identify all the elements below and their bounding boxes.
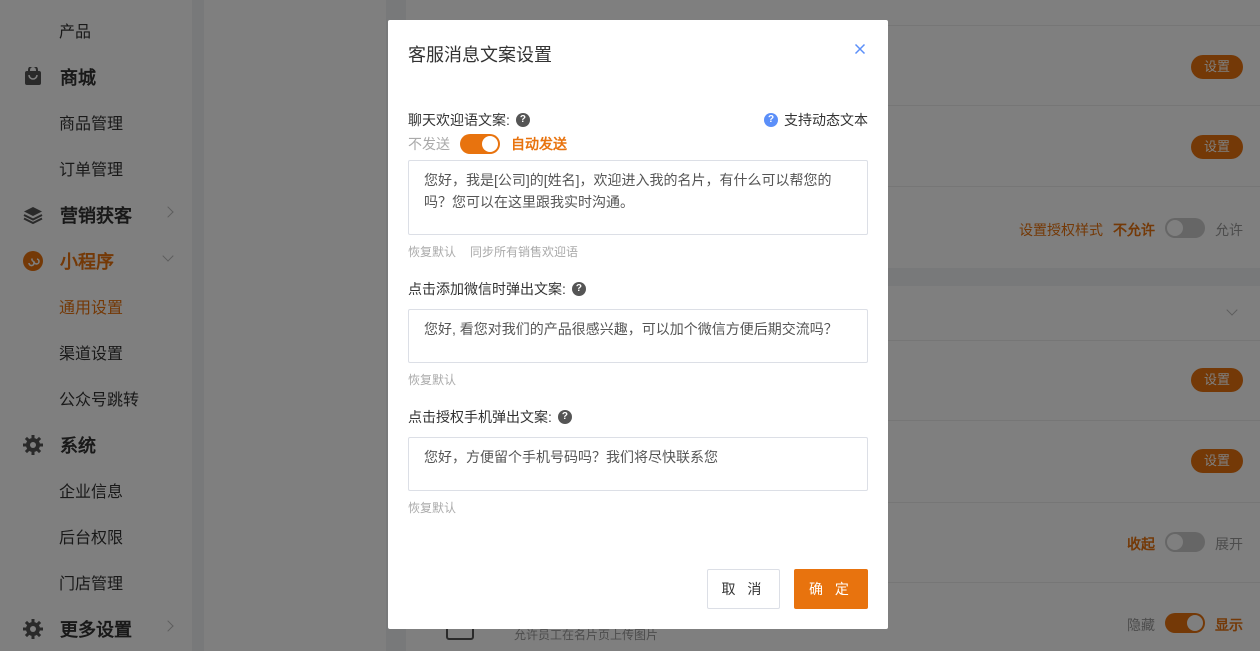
close-icon[interactable] xyxy=(851,40,869,58)
welcome-label-text: 聊天欢迎语文案: xyxy=(408,112,510,128)
help-icon[interactable]: ? xyxy=(571,282,586,296)
dialog-title: 客服消息文案设置 xyxy=(408,45,552,65)
phone-label: 点击授权手机弹出文案: ? xyxy=(408,407,572,427)
restore-default-link[interactable]: 恢复默认 xyxy=(408,499,456,516)
toggle-on-label: 自动发送 xyxy=(511,136,567,152)
auto-send-toggle-row: 不发送 自动发送 xyxy=(408,134,567,154)
toggle-knob xyxy=(482,136,498,152)
toggle-off-label: 不发送 xyxy=(408,136,450,152)
welcome-textarea[interactable]: 您好，我是[公司]的[姓名]，欢迎进入我的名片，有什么可以帮您的吗？您可以在这里… xyxy=(408,160,868,235)
wechat-label: 点击添加微信时弹出文案: ? xyxy=(408,279,586,299)
cancel-button[interactable]: 取 消 xyxy=(707,569,780,609)
welcome-actions: 恢复默认 同步所有销售欢迎语 xyxy=(408,243,578,260)
phone-actions: 恢复默认 xyxy=(408,499,456,516)
restore-default-link[interactable]: 恢复默认 xyxy=(408,243,456,260)
help-icon: ? xyxy=(764,113,778,127)
wechat-label-text: 点击添加微信时弹出文案: xyxy=(408,281,566,297)
wechat-textarea[interactable]: 您好, 看您对我们的产品很感兴趣，可以加个微信方便后期交流吗？ xyxy=(408,309,868,363)
auto-send-toggle[interactable] xyxy=(460,134,500,154)
confirm-button[interactable]: 确 定 xyxy=(794,569,868,609)
phone-label-text: 点击授权手机弹出文案: xyxy=(408,409,552,425)
dynamic-text-hint[interactable]: ? 支持动态文本 xyxy=(764,110,868,130)
phone-textarea[interactable]: 您好，方便留个手机号码吗？我们将尽快联系您 xyxy=(408,437,868,491)
customer-message-dialog: 客服消息文案设置 聊天欢迎语文案: ? ? 支持动态文本 不发送 自动发送 您好… xyxy=(388,20,888,629)
dynamic-text-label: 支持动态文本 xyxy=(784,112,868,128)
help-icon[interactable]: ? xyxy=(515,113,530,127)
wechat-actions: 恢复默认 xyxy=(408,371,456,388)
help-icon[interactable]: ? xyxy=(557,410,572,424)
sync-all-welcome-link[interactable]: 同步所有销售欢迎语 xyxy=(470,243,578,260)
restore-default-link[interactable]: 恢复默认 xyxy=(408,371,456,388)
welcome-label: 聊天欢迎语文案: ? xyxy=(408,110,530,130)
